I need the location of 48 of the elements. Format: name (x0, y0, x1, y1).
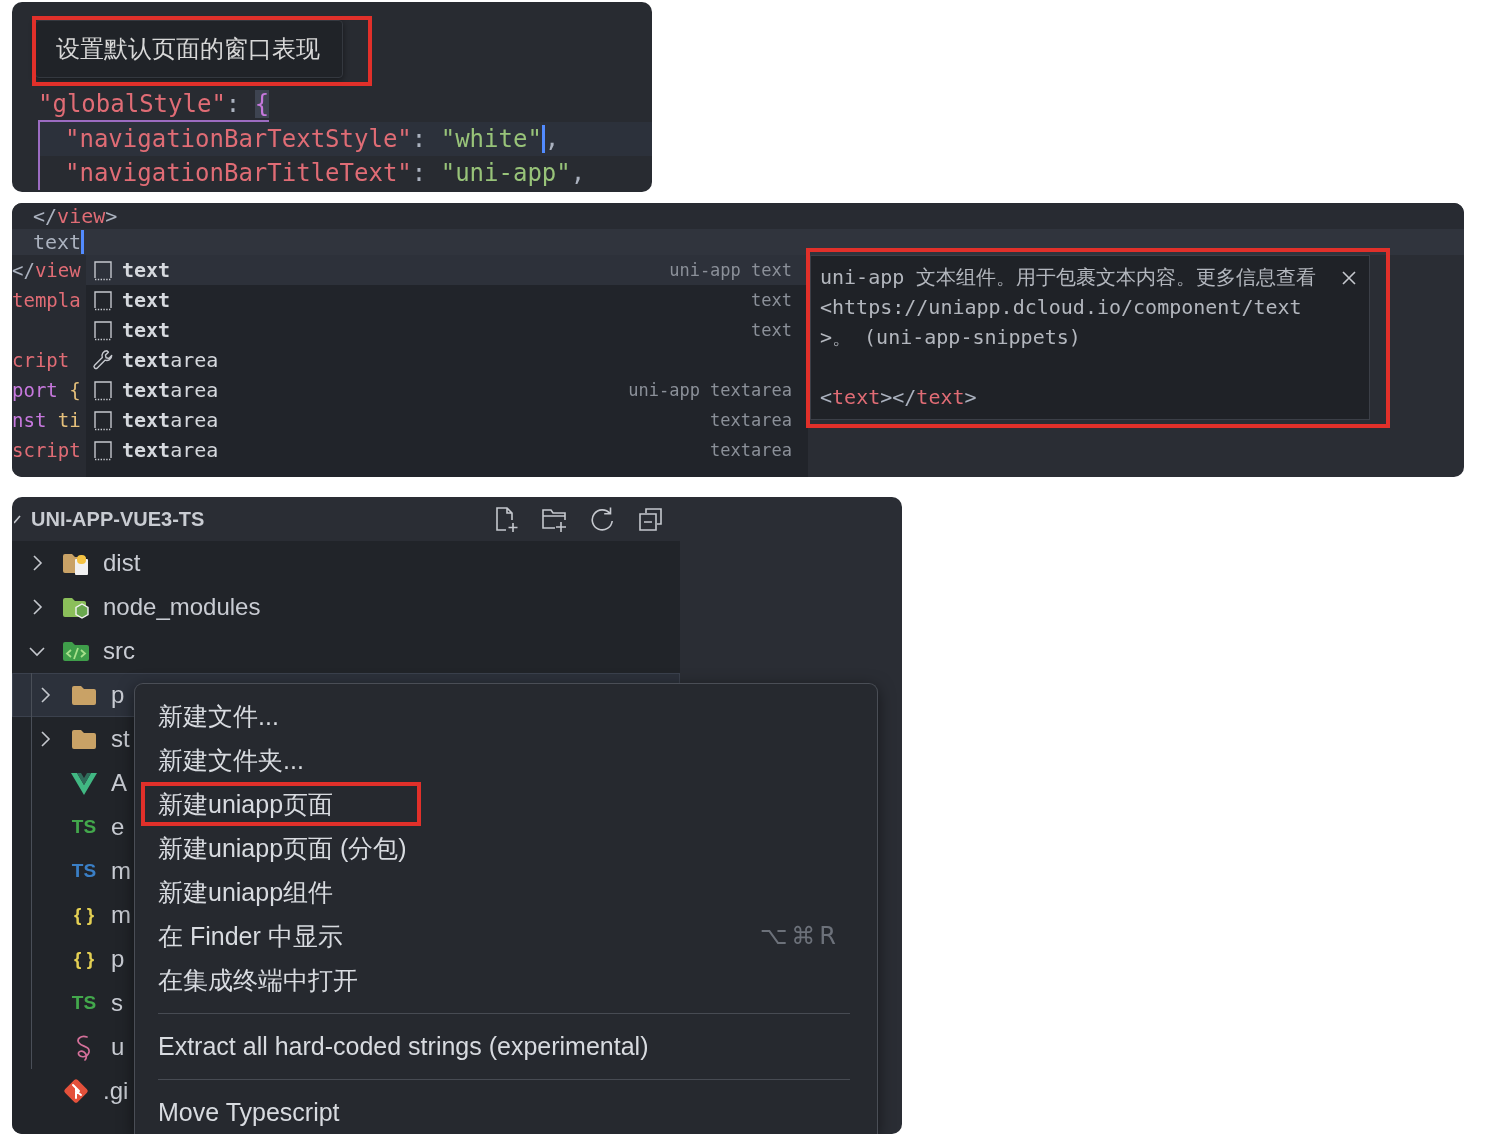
file-type-icon: TS (70, 857, 98, 885)
file-name: m (111, 901, 131, 929)
suggestion-label: textarea (122, 378, 219, 402)
file-name: s (111, 989, 123, 1017)
file-name: A (111, 769, 127, 797)
code-text: port { (12, 378, 81, 403)
code-text: templa (12, 288, 81, 313)
shortcut-hint: ⌥⌘R (759, 922, 840, 950)
suggestion-detail: textarea (710, 410, 792, 430)
suggestion-label: textarea (122, 408, 219, 432)
file-name: m (111, 857, 131, 885)
suggestion-detail: textarea (710, 440, 792, 460)
suggestion-label: textarea (122, 348, 219, 372)
file-name: u (111, 1033, 125, 1061)
suggestion-label: textarea (122, 438, 219, 462)
file-name: dist (103, 549, 141, 577)
file-type-icon: TS (70, 989, 98, 1017)
file-name: .gi (103, 1077, 129, 1105)
code-text: cript (12, 348, 70, 373)
suggestion-label: text (122, 288, 171, 312)
suggestion-detail: text (751, 290, 792, 310)
code-text: "navigationBarTitleText": "uni-app", (65, 158, 586, 189)
suggestion-label: text (122, 258, 171, 282)
code-text: </view> (33, 203, 118, 229)
code-text: nst ti (12, 408, 81, 433)
file-name: p (111, 681, 125, 709)
file-type-icon: { } (70, 945, 98, 973)
code-text: , (544, 124, 560, 155)
file-type-icon: TS (70, 813, 98, 841)
code-text: "navigationBarTextStyle": "white" (65, 124, 542, 155)
explorer-title: UNI-APP-VUE3-TS (31, 507, 205, 531)
code-text: text (33, 229, 82, 255)
suggestion-detail: uni-app text (669, 260, 792, 280)
code-text: "globalStyle": { (38, 89, 270, 120)
file-name: e (111, 813, 125, 841)
suggestion-detail: uni-app textarea (628, 380, 792, 400)
suggestion-detail: text (751, 320, 792, 340)
file-name: p (111, 945, 125, 973)
doc-code: <text></text> (820, 384, 977, 411)
suggestion-label: text (122, 318, 171, 342)
doc-description: uni-app 文本组件。用于包裹文本内容。更多信息查看 <https://uniapp.dcloud.io/component/text >。 (uni-app-snippets) (820, 264, 1318, 351)
file-type-icon: { } (70, 901, 98, 929)
code-text: script (12, 438, 81, 463)
file-name: node_modules (103, 593, 261, 621)
file-name: src (103, 637, 135, 665)
code-text: </view (12, 258, 81, 283)
file-name: st (111, 725, 130, 753)
hover-tooltip: 设置默认页面的窗口表现 (35, 20, 343, 78)
